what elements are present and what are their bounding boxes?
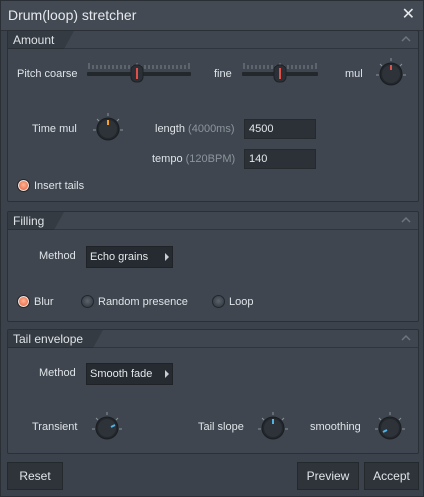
close-icon[interactable]: ✕ <box>402 6 415 24</box>
random-presence-radio-icon <box>81 295 94 308</box>
collapse-chevron-icon[interactable] <box>400 214 412 226</box>
insert-tails-label: Insert tails <box>34 179 85 192</box>
tempo-label-text: tempo <box>152 153 183 165</box>
smoothing-label: smoothing <box>310 421 361 433</box>
mul-knob[interactable] <box>376 58 406 88</box>
length-hint: (4000ms) <box>188 123 235 135</box>
window-title: Drum(loop) stretcher <box>8 7 137 23</box>
collapse-chevron-icon[interactable] <box>400 33 412 45</box>
reset-button[interactable]: Reset <box>7 462 63 490</box>
random-presence-label: Random presence <box>98 295 188 308</box>
transient-label: Transient <box>32 421 78 433</box>
tail-slope-label: Tail slope <box>198 421 244 433</box>
insert-tails-toggle[interactable]: Insert tails <box>17 179 84 192</box>
chevron-right-icon <box>165 370 169 378</box>
loop-radio-icon <box>212 295 225 308</box>
dialog-window: Drum(loop) stretcher ✕ Amount Pitch coar… <box>0 0 424 497</box>
tail-slope-knob[interactable] <box>258 412 288 442</box>
amount-tab[interactable]: Amount <box>8 31 75 49</box>
length-label-text: length <box>155 123 185 135</box>
length-field[interactable]: 4500 <box>244 119 316 139</box>
blur-radio-icon <box>17 295 30 308</box>
transient-knob[interactable] <box>92 412 122 442</box>
filling-method-dropdown[interactable]: Echo grains <box>86 246 173 268</box>
tail-envelope-tab[interactable]: Tail envelope <box>8 330 104 348</box>
chevron-right-icon <box>165 253 169 261</box>
blur-radio[interactable]: Blur <box>17 295 54 308</box>
random-presence-radio[interactable]: Random presence <box>81 295 188 308</box>
filling-method-label: Method <box>39 250 76 262</box>
tail-method-value: Smooth fade <box>90 368 153 380</box>
blur-label: Blur <box>34 295 54 308</box>
pitch-coarse-slider[interactable] <box>87 61 191 83</box>
filling-method-value: Echo grains <box>90 251 149 263</box>
collapse-chevron-icon[interactable] <box>400 332 412 344</box>
accept-button[interactable]: Accept <box>364 462 419 490</box>
length-label: length (4000ms) <box>155 123 235 135</box>
tail-method-dropdown[interactable]: Smooth fade <box>86 363 173 385</box>
loop-radio[interactable]: Loop <box>212 295 253 308</box>
panel-header-line <box>8 212 418 230</box>
insert-tails-radio-icon <box>17 179 30 192</box>
filling-panel: Filling Method Echo grains Blur Random p… <box>7 211 419 322</box>
filling-tab[interactable]: Filling <box>8 212 65 230</box>
amount-panel: Amount Pitch coarse fine mul Time mul le… <box>7 30 419 202</box>
preview-button[interactable]: Preview <box>297 462 359 490</box>
time-mul-knob[interactable] <box>93 113 123 143</box>
smoothing-knob[interactable] <box>375 412 405 442</box>
mul-label: mul <box>345 68 363 80</box>
time-mul-label: Time mul <box>32 123 77 135</box>
fine-slider[interactable] <box>242 61 318 83</box>
fine-label: fine <box>214 68 232 80</box>
tempo-hint: (120BPM) <box>185 153 236 165</box>
tempo-field[interactable]: 140 <box>244 149 316 169</box>
tail-envelope-panel: Tail envelope Method Smooth fade Transie… <box>7 329 419 454</box>
tail-method-label: Method <box>39 367 76 379</box>
tempo-label: tempo (120BPM) <box>152 153 235 165</box>
loop-label: Loop <box>229 295 254 308</box>
pitch-coarse-label: Pitch coarse <box>17 68 78 80</box>
titlebar[interactable]: Drum(loop) stretcher ✕ <box>1 1 423 31</box>
